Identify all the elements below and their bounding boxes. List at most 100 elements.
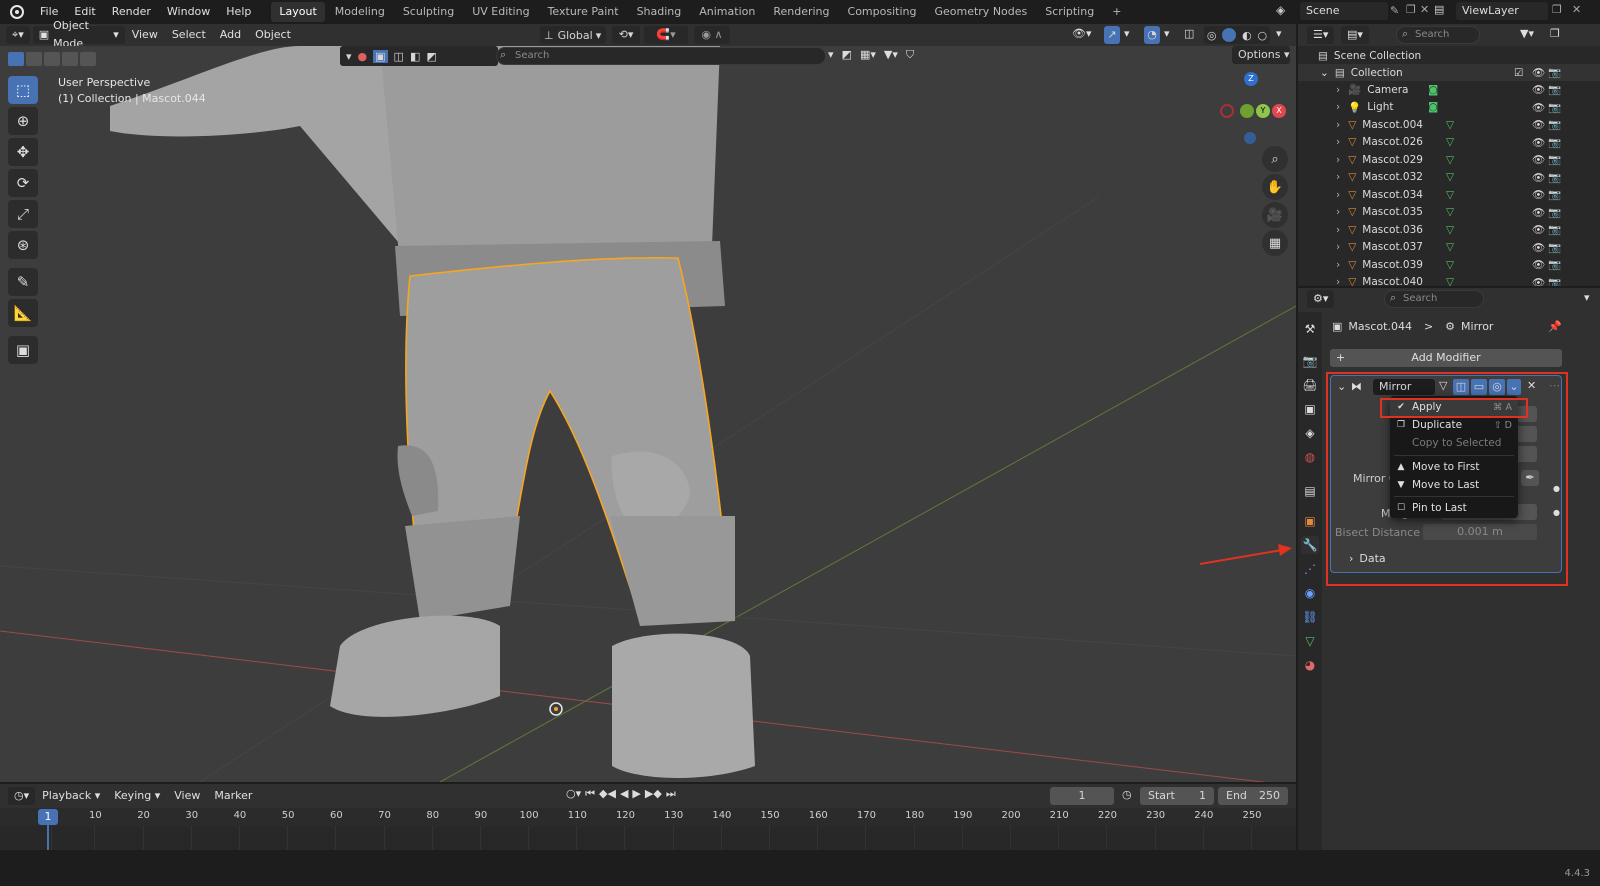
gizmo-y-axis[interactable]: Y [1256, 104, 1270, 118]
properties-editor-type-button[interactable]: ⚙▾ [1307, 290, 1335, 308]
play-reverse-icon[interactable]: ◀ [620, 787, 628, 801]
outliner-item[interactable]: › ▽ Mascot.029 ▽ 👁 📷 [1298, 151, 1600, 168]
timeline-area[interactable]: 1102030405060708090100110120130140150160… [0, 808, 1296, 850]
mesh-data-icon[interactable]: ▽ [1446, 189, 1454, 201]
mesh-data-icon[interactable]: ▽ [1446, 206, 1454, 218]
chevron-right-icon[interactable]: › [1336, 84, 1340, 96]
eye-icon[interactable]: 👁 [1532, 153, 1545, 166]
options-dropdown[interactable]: Options ▾ [1232, 46, 1290, 64]
measure-tool-icon[interactable]: 📐 [8, 299, 38, 327]
select-new-icon[interactable] [8, 52, 24, 66]
gizmo-toggle-icon[interactable]: ↗ [1104, 26, 1120, 44]
tab-modeling[interactable]: Modeling [327, 2, 393, 22]
mesh-data-icon[interactable]: ▽ [1446, 136, 1454, 148]
tab-compositing[interactable]: Compositing [840, 2, 925, 22]
camera-icon[interactable]: 📷 [1548, 118, 1561, 131]
select-subtract-icon[interactable] [44, 52, 60, 66]
proportional-editing-button[interactable]: ◉ ∧ [694, 26, 730, 44]
overlay-toggle-icon[interactable]: ◔ [1144, 26, 1160, 44]
shield-icon[interactable]: ⛉ [906, 48, 914, 62]
menu-playback[interactable]: Playback ▾ [35, 787, 107, 805]
menu-add[interactable]: Add [213, 26, 248, 44]
chevron-down-icon[interactable]: ▾ [828, 48, 834, 62]
close-view-layer-icon[interactable]: ✕ [1572, 3, 1581, 16]
viewport-search-input[interactable]: Search [496, 47, 826, 65]
gizmo-z-axis[interactable]: Z [1244, 72, 1258, 86]
pivot-point-dropdown[interactable]: ⟲▾ [612, 26, 640, 44]
tab-sculpting[interactable]: Sculpting [395, 2, 462, 22]
chevron-down-icon[interactable]: ⌄ [1507, 379, 1521, 395]
eye-icon[interactable]: 👁 [1532, 206, 1545, 219]
chevron-right-icon[interactable]: › [1336, 241, 1340, 253]
outliner-item[interactable]: › ▽ Mascot.034 ▽ 👁 📷 [1298, 186, 1600, 203]
gizmo-neg-x-axis[interactable] [1220, 104, 1234, 118]
layout-icon[interactable]: ▦▾ [860, 48, 876, 62]
pin-icon[interactable]: 📌 [1548, 320, 1562, 333]
face-icon[interactable]: ◩ [426, 50, 436, 63]
menu-timeline-view[interactable]: View [167, 787, 207, 805]
next-keyframe-icon[interactable]: ▶◆ [645, 787, 662, 801]
view-layer-tab-icon[interactable]: ▣ [1301, 400, 1319, 418]
mesh-data-icon[interactable]: ▽ [1446, 259, 1454, 271]
outliner-item[interactable]: › ▽ Mascot.035 ▽ 👁 📷 [1298, 204, 1600, 221]
solid-shading-icon[interactable] [1222, 28, 1237, 42]
play-icon[interactable]: ▶ [632, 787, 640, 801]
jump-start-icon[interactable]: ⏮ [585, 787, 595, 801]
eye-icon[interactable]: 👁 [1532, 241, 1545, 254]
camera-icon[interactable]: 📷 [1548, 276, 1561, 287]
tab-rendering[interactable]: Rendering [765, 2, 837, 22]
chevron-down-icon[interactable]: ⌄ [1337, 380, 1346, 393]
visibility-icon[interactable]: 👁▾ [1072, 27, 1092, 40]
filter-icon[interactable]: ▼▾ [884, 48, 898, 62]
menu-item-duplicate[interactable]: ❐ Duplicate ⇧ D [1390, 416, 1518, 434]
on-cage-icon[interactable]: ▽ [1439, 379, 1447, 392]
chevron-right-icon[interactable]: › [1336, 119, 1340, 131]
menu-help[interactable]: Help [218, 0, 259, 24]
mesh-data-icon[interactable]: ▽ [1446, 241, 1454, 253]
data-tab-icon[interactable]: ▽ [1301, 632, 1319, 650]
menu-item-apply[interactable]: ✔ Apply ⌘ A [1390, 398, 1518, 416]
outliner-item[interactable]: › ▽ Mascot.032 ▽ 👁 📷 [1298, 169, 1600, 186]
tab-animation[interactable]: Animation [691, 2, 763, 22]
eye-icon[interactable]: 👁 [1532, 118, 1545, 131]
chevron-right-icon[interactable]: › [1336, 276, 1340, 286]
bookmark-icon[interactable]: ◩ [842, 48, 852, 62]
outliner-search-input[interactable]: Search [1396, 26, 1480, 44]
orientation-dropdown[interactable]: ⊥ Global ▾ [540, 26, 606, 44]
physics-tab-icon[interactable]: ◉ [1301, 584, 1319, 602]
eye-icon[interactable]: 👁 [1532, 83, 1545, 96]
bisect-distance-field[interactable]: 0.001 m [1423, 524, 1537, 540]
constraints-tab-icon[interactable]: ⛓ [1301, 608, 1319, 626]
blender-logo-icon[interactable] [10, 5, 24, 19]
copy-scene-icon[interactable]: ❐ [1406, 3, 1416, 16]
world-tab-icon[interactable]: ◍ [1301, 448, 1319, 466]
camera-icon[interactable]: 📷 [1548, 206, 1561, 219]
close-icon[interactable]: ✕ [1527, 379, 1536, 392]
chevron-down-icon[interactable]: ▾ [1124, 27, 1130, 40]
add-modifier-button[interactable]: + Add Modifier [1330, 349, 1562, 367]
outliner-item[interactable]: › ▽ Mascot.004 ▽ 👁 📷 [1298, 116, 1600, 133]
checkbox-icon[interactable]: ☑ [1514, 67, 1523, 79]
chevron-down-icon[interactable]: ▾ [1164, 27, 1170, 40]
chevron-down-icon[interactable]: ▾ [1584, 291, 1590, 304]
chevron-right-icon[interactable]: › [1336, 224, 1340, 236]
collection-tab-icon[interactable]: ▤ [1301, 482, 1319, 500]
ortho-grid-icon[interactable]: ▦ [1262, 230, 1288, 256]
eyedropper-icon[interactable]: ✒ [1521, 470, 1539, 486]
output-tab-icon[interactable]: 🖨 [1301, 376, 1319, 394]
realtime-icon[interactable]: ▭ [1471, 379, 1487, 395]
eye-icon[interactable]: 👁 [1532, 66, 1545, 79]
eye-icon[interactable]: 👁 [1532, 258, 1545, 271]
chevron-right-icon[interactable]: › [1336, 101, 1340, 113]
eye-icon[interactable]: 👁 [1532, 276, 1545, 287]
render-icon[interactable]: ◎ [1489, 379, 1505, 395]
outliner-item[interactable]: › 💡 Light ◙ 👁 📷 [1298, 99, 1600, 116]
playhead-line[interactable] [47, 825, 49, 850]
mesh-data-icon[interactable]: ▽ [1446, 224, 1454, 236]
menu-item-move-to-first[interactable]: ▲ Move to First [1390, 458, 1518, 476]
clock-icon[interactable]: ◷ [1122, 788, 1132, 801]
tab-layout[interactable]: Layout [271, 2, 325, 22]
outliner-item[interactable]: › ▽ Mascot.039 ▽ 👁 📷 [1298, 256, 1600, 273]
outliner-item[interactable]: › 🎥 Camera ◙ 👁 📷 [1298, 81, 1600, 98]
scene-tab-icon[interactable]: ◈ [1301, 424, 1319, 442]
